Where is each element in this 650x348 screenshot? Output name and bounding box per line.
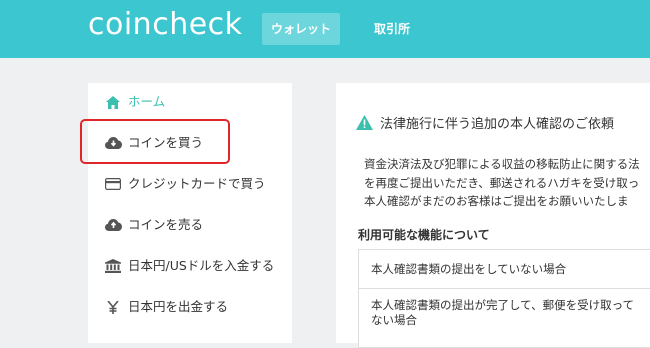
feature-item-text: 本人確認書類の提出が完了して、郵便を受け取って	[371, 298, 635, 312]
notice-body-line: 資金決済法及び犯罪による収益の移転防止に関する法	[364, 157, 640, 171]
top-navigation-bar: coincheck ウォレット 取引所	[0, 0, 650, 58]
yen-icon	[104, 290, 122, 324]
feature-item-text: ない場合	[371, 313, 417, 327]
sidebar-item-withdraw[interactable]: 日本円を出金する	[88, 290, 292, 324]
bank-icon	[104, 249, 122, 283]
warning-icon	[356, 115, 373, 134]
home-icon	[104, 85, 122, 119]
sidebar-item-sell-coin[interactable]: コインを売る	[88, 208, 292, 242]
credit-card-icon	[104, 167, 122, 201]
notice-body-line: を再度ご提出いただき、郵送されるハガキを受け取っ	[364, 175, 640, 190]
sidebar-item-label: コインを売る	[128, 217, 204, 232]
sidebar-item-deposit[interactable]: 日本円/USドルを入金する	[88, 249, 292, 283]
notice-body: 資金決済法及び犯罪による収益の移転防止に関する法 を再度ご提出いただき、郵送され…	[364, 155, 640, 211]
sidebar-item-credit-card[interactable]: クレジットカードで買う	[88, 167, 292, 201]
feature-item-text: 本人確認書類の提出をしていない場合	[371, 262, 567, 276]
notice-title: 法律施行に伴う追加の本人確認のご依頼	[380, 117, 615, 132]
features-section-title: 利用可能な機能について	[358, 228, 490, 242]
sidebar-item-home[interactable]: ホーム	[88, 85, 292, 119]
cloud-upload-icon	[104, 208, 122, 242]
sidebar-item-label: 日本円を出金する	[128, 299, 229, 314]
sidebar-item-label: 日本円/USドルを入金する	[128, 258, 275, 273]
feature-item-documents-submitted[interactable]: 本人確認書類の提出が完了して、郵便を受け取って ない場合	[358, 288, 650, 348]
main-panel: 法律施行に伴う追加の本人確認のご依頼 資金決済法及び犯罪による収益の移転防止に関…	[336, 83, 650, 348]
sidebar-item-label: クレジットカードで買う	[128, 176, 266, 191]
coincheck-logo[interactable]: coincheck	[88, 7, 243, 42]
notice-body-line: 本人確認がまだのお客様はご提出をお願いいたしま	[364, 194, 629, 208]
sidebar-item-label: ホーム	[128, 94, 166, 109]
tab-wallet[interactable]: ウォレット	[262, 13, 340, 45]
feature-item-no-documents[interactable]: 本人確認書類の提出をしていない場合	[358, 249, 650, 289]
tab-exchange[interactable]: 取引所	[366, 13, 418, 45]
highlight-annotation-box	[80, 119, 230, 164]
